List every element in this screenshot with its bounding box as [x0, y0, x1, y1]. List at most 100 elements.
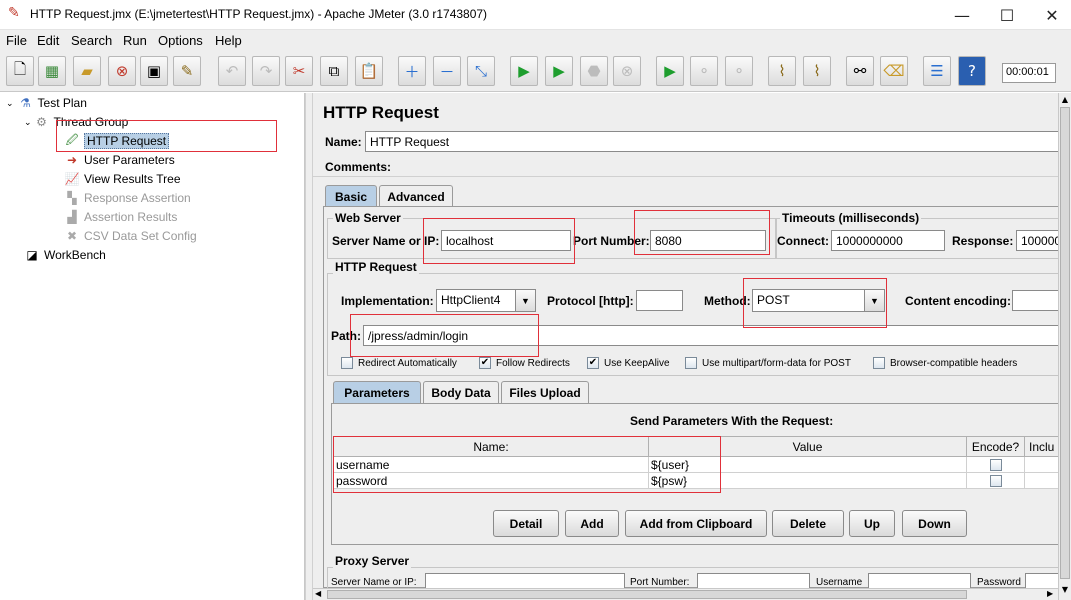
add-from-clipboard-button[interactable]: Add from Clipboard	[625, 510, 767, 537]
tree-item-test-plan[interactable]: ⌄ ⚗ Test Plan	[6, 95, 87, 111]
maximize-button[interactable]: ☐	[984, 0, 1030, 30]
open-icon[interactable]: ▰	[73, 56, 101, 86]
browser-compatible-headers-checkbox[interactable]: Browser-compatible headers	[873, 357, 1017, 369]
stop-icon[interactable]: ⬣	[580, 56, 608, 86]
tab-advanced[interactable]: Advanced	[379, 185, 453, 207]
method-select[interactable]: POST ▼	[752, 289, 885, 312]
remote-shutdown-icon[interactable]: ⚬	[725, 56, 753, 86]
scroll-up-icon[interactable]: ▲	[1060, 95, 1070, 105]
server-name-field[interactable]: localhost	[441, 230, 571, 251]
scroll-thumb[interactable]	[1060, 107, 1070, 579]
proxy-username-field[interactable]	[868, 573, 971, 588]
new-icon[interactable]: 🗋	[6, 56, 34, 86]
encode-cell[interactable]	[966, 456, 1025, 473]
help-icon[interactable]: ?	[958, 56, 986, 86]
menu-search[interactable]: Search	[71, 33, 112, 48]
column-header-value[interactable]: Value	[648, 436, 967, 457]
tree-collapse-icon[interactable]: ⌄	[24, 117, 32, 128]
function-helper-icon[interactable]: ☰	[923, 56, 951, 86]
param-name-cell[interactable]: username	[333, 456, 649, 473]
undo-icon[interactable]: ↶	[218, 56, 246, 86]
tab-basic[interactable]: Basic	[325, 185, 377, 207]
tab-body-data[interactable]: Body Data	[423, 381, 499, 403]
table-row[interactable]: password ${psw}	[333, 472, 1058, 489]
proxy-port-field[interactable]	[697, 573, 810, 588]
scroll-right-icon[interactable]: ▶	[1047, 589, 1053, 598]
column-header-include[interactable]: Inclu	[1024, 436, 1058, 457]
implementation-select[interactable]: HttpClient4 ▼	[436, 289, 536, 312]
paste-icon[interactable]: 📋	[355, 56, 383, 86]
tree-item-response-assertion[interactable]: ▚ Response Assertion	[64, 190, 190, 206]
name-field[interactable]: HTTP Request	[365, 131, 1058, 152]
menu-file[interactable]: File	[6, 33, 27, 48]
multipart-form-data-checkbox[interactable]: Use multipart/form-data for POST	[685, 357, 851, 369]
tree-item-thread-group[interactable]: ⌄ ⚙ Thread Group	[24, 114, 128, 130]
toggle-icon[interactable]: ⤡	[467, 56, 495, 86]
chevron-down-icon[interactable]: ▼	[515, 290, 535, 311]
start-no-pauses-icon[interactable]: ▶	[545, 56, 573, 86]
copy-icon[interactable]: ⧉	[320, 56, 348, 86]
tree-item-assertion-results[interactable]: ▟ Assertion Results	[64, 209, 177, 225]
menu-help[interactable]: Help	[215, 33, 242, 48]
param-name-cell[interactable]: password	[333, 472, 649, 489]
encode-checkbox[interactable]	[989, 475, 1002, 488]
path-field[interactable]: /jpress/admin/login	[363, 325, 1058, 346]
remote-stop-icon[interactable]: ⚬	[690, 56, 718, 86]
reset-search-icon[interactable]: ⌫	[880, 56, 908, 86]
content-encoding-field[interactable]	[1012, 290, 1058, 311]
include-cell[interactable]	[1024, 456, 1058, 473]
clear-icon[interactable]: ⌇	[768, 56, 796, 86]
proxy-server-field[interactable]	[425, 573, 625, 588]
vertical-scrollbar[interactable]: ▲ ▼	[1058, 93, 1071, 600]
search-icon[interactable]: ⚯	[846, 56, 874, 86]
save-screenshot-icon[interactable]: ✎	[173, 56, 201, 86]
scroll-left-icon[interactable]: ◀	[315, 589, 321, 598]
tree-item-workbench[interactable]: ◪ WorkBench	[24, 247, 105, 263]
tree-item-user-parameters[interactable]: ➜ User Parameters	[64, 152, 175, 168]
save-icon[interactable]: ▣	[140, 56, 168, 86]
checkbox-box[interactable]	[685, 357, 697, 369]
scroll-thumb[interactable]	[327, 590, 967, 599]
add-button[interactable]: Add	[565, 510, 619, 537]
close-file-icon[interactable]: ⊗	[108, 56, 136, 86]
tree-item-view-results-tree[interactable]: 📈 View Results Tree	[64, 171, 181, 187]
include-cell[interactable]	[1024, 472, 1058, 489]
detail-button[interactable]: Detail	[493, 510, 559, 537]
tree-collapse-icon[interactable]: ⌄	[6, 98, 14, 109]
response-timeout-field[interactable]: 1000000	[1016, 230, 1058, 251]
port-number-field[interactable]: 8080	[650, 230, 766, 251]
clear-all-icon[interactable]: ⌇	[803, 56, 831, 86]
redirect-automatically-checkbox[interactable]: Redirect Automatically	[341, 357, 457, 369]
menu-options[interactable]: Options	[158, 33, 203, 48]
column-header-name[interactable]: Name:	[333, 436, 649, 457]
encode-cell[interactable]	[966, 472, 1025, 489]
proxy-password-field[interactable]	[1025, 573, 1058, 588]
follow-redirects-checkbox[interactable]: ✔ Follow Redirects	[479, 357, 570, 369]
table-row[interactable]: username ${user}	[333, 456, 1058, 473]
param-value-cell[interactable]: ${user}	[648, 456, 967, 473]
down-button[interactable]: Down	[902, 510, 967, 537]
param-value-cell[interactable]: ${psw}	[648, 472, 967, 489]
menu-run[interactable]: Run	[123, 33, 147, 48]
checkbox-box[interactable]	[341, 357, 353, 369]
use-keepalive-checkbox[interactable]: ✔ Use KeepAlive	[587, 357, 670, 369]
minimize-button[interactable]: —	[939, 0, 985, 30]
chevron-down-icon[interactable]: ▼	[864, 290, 884, 311]
delete-button[interactable]: Delete	[772, 510, 844, 537]
templates-icon[interactable]: ▦	[38, 56, 66, 86]
up-button[interactable]: Up	[849, 510, 895, 537]
horizontal-scrollbar[interactable]: ◀ ▶	[313, 588, 1058, 600]
menu-edit[interactable]: Edit	[37, 33, 59, 48]
tab-parameters[interactable]: Parameters	[333, 381, 421, 403]
connect-timeout-field[interactable]: 1000000000	[831, 230, 945, 251]
redo-icon[interactable]: ↷	[252, 56, 280, 86]
remote-start-icon[interactable]: ▶	[656, 56, 684, 86]
tree-item-csv-data-set-config[interactable]: ✖ CSV Data Set Config	[64, 228, 197, 244]
checkbox-box[interactable]	[873, 357, 885, 369]
encode-checkbox[interactable]	[989, 459, 1002, 472]
shutdown-icon[interactable]: ⊗	[613, 56, 641, 86]
scroll-down-icon[interactable]: ▼	[1060, 585, 1070, 595]
expand-all-icon[interactable]: ＋	[398, 56, 426, 86]
close-button[interactable]: ✕	[1029, 0, 1071, 30]
tree-item-http-request[interactable]: 🖉 HTTP Request	[64, 133, 170, 149]
